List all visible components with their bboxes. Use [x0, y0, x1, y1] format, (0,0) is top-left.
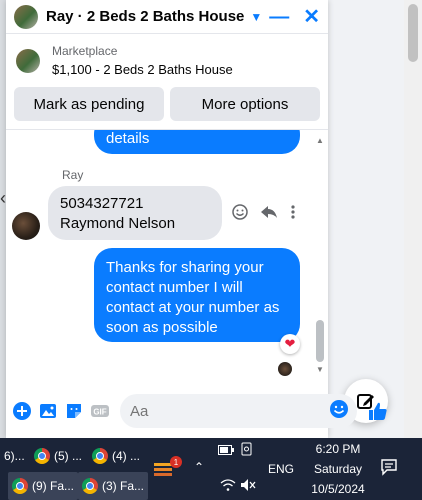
- composer: GIF: [6, 388, 387, 434]
- close-icon[interactable]: ✕: [303, 7, 320, 27]
- taskbar-app-label: (9) Fa...: [32, 479, 75, 493]
- clock-time[interactable]: 6:20 PM: [308, 442, 368, 456]
- camera-icon[interactable]: [240, 442, 254, 459]
- seen-avatar: [278, 362, 292, 376]
- clock-date[interactable]: 10/5/2024: [308, 482, 368, 496]
- notification-badge: 1: [170, 456, 182, 468]
- gif-icon[interactable]: GIF: [90, 399, 110, 423]
- taskbar: 6)... (5) ... (4) ... (9) Fa... (3) Fa..…: [0, 438, 422, 500]
- listing-thumbnail[interactable]: [14, 4, 38, 29]
- taskbar-app[interactable]: (4) ...: [88, 442, 144, 470]
- emoji-icon[interactable]: [329, 399, 349, 424]
- message-list: details Ray 5034327721 Raymond Nelson Th…: [6, 130, 328, 382]
- page-scrollbar-thumb[interactable]: [408, 4, 418, 62]
- taskbar-app-label: (5) ...: [54, 449, 83, 463]
- clock-day[interactable]: Saturday: [308, 462, 368, 476]
- more-options-button[interactable]: More options: [170, 87, 320, 121]
- chrome-icon: [92, 448, 108, 464]
- taskbar-app[interactable]: (5) ...: [30, 442, 86, 470]
- message-input-container: [120, 394, 357, 428]
- listing-actions: Mark as pending More options: [6, 81, 328, 130]
- more-vertical-icon[interactable]: [290, 204, 296, 220]
- avatar[interactable]: [12, 212, 40, 240]
- taskbar-app[interactable]: (9) Fa...: [8, 472, 79, 500]
- incoming-message: 5034327721 Raymond Nelson: [48, 186, 222, 240]
- chat-title[interactable]: Ray · 2 Beds 2 Baths House: [46, 8, 244, 25]
- heart-reaction-icon[interactable]: ❤: [280, 334, 300, 354]
- outgoing-message-partial: details: [94, 130, 300, 154]
- marketplace-listing[interactable]: Marketplace $1,100 - 2 Beds 2 Baths Hous…: [6, 34, 328, 81]
- input-language[interactable]: ENG: [268, 462, 294, 476]
- message-tools: [232, 204, 296, 220]
- wifi-icon[interactable]: [220, 478, 236, 495]
- tray-expand-icon[interactable]: ⌃: [194, 460, 204, 474]
- minimize-icon[interactable]: —: [269, 7, 289, 27]
- sender-name: Ray: [62, 168, 84, 182]
- taskbar-app-label: (4) ...: [112, 449, 141, 463]
- notifications-icon[interactable]: [380, 458, 398, 479]
- photo-icon[interactable]: [38, 399, 58, 423]
- scroll-down-icon[interactable]: ▼: [316, 365, 324, 374]
- listing-image: [16, 48, 40, 73]
- taskbar-app-label: 6)...: [4, 449, 25, 463]
- listing-title: $1,100 - 2 Beds 2 Baths House: [52, 62, 233, 77]
- plus-circle-icon[interactable]: [12, 399, 32, 423]
- chat-header: Ray · 2 Beds 2 Baths House ▼ — ✕: [6, 0, 328, 34]
- message-scrollbar[interactable]: ▲ ▼: [314, 130, 326, 378]
- chevron-down-icon[interactable]: ▼: [250, 10, 262, 24]
- chat-window: Ray · 2 Beds 2 Baths House ▼ — ✕ Marketp…: [6, 0, 387, 438]
- svg-text:GIF: GIF: [93, 408, 106, 417]
- marketplace-label: Marketplace: [52, 44, 118, 58]
- page-scrollbar[interactable]: [404, 0, 422, 438]
- battery-icon[interactable]: [218, 444, 234, 458]
- chrome-icon: [12, 478, 28, 494]
- taskbar-app[interactable]: (3) Fa...: [78, 472, 149, 500]
- mark-pending-button[interactable]: Mark as pending: [14, 87, 164, 121]
- chrome-icon: [34, 448, 50, 464]
- taskbar-app[interactable]: 6)...: [0, 442, 29, 470]
- chrome-icon: [82, 478, 98, 494]
- thumbs-up-icon[interactable]: [367, 399, 389, 423]
- sticker-icon[interactable]: [64, 399, 84, 423]
- volume-muted-icon[interactable]: [240, 478, 256, 495]
- outgoing-message: Thanks for sharing your contact number I…: [94, 248, 300, 342]
- message-input[interactable]: [130, 402, 329, 420]
- react-emoji-icon[interactable]: [232, 204, 248, 220]
- reply-icon[interactable]: [260, 204, 278, 220]
- message-scrollbar-thumb[interactable]: [316, 320, 324, 362]
- taskbar-app-label: (3) Fa...: [102, 479, 145, 493]
- scroll-up-icon[interactable]: ▲: [316, 136, 324, 145]
